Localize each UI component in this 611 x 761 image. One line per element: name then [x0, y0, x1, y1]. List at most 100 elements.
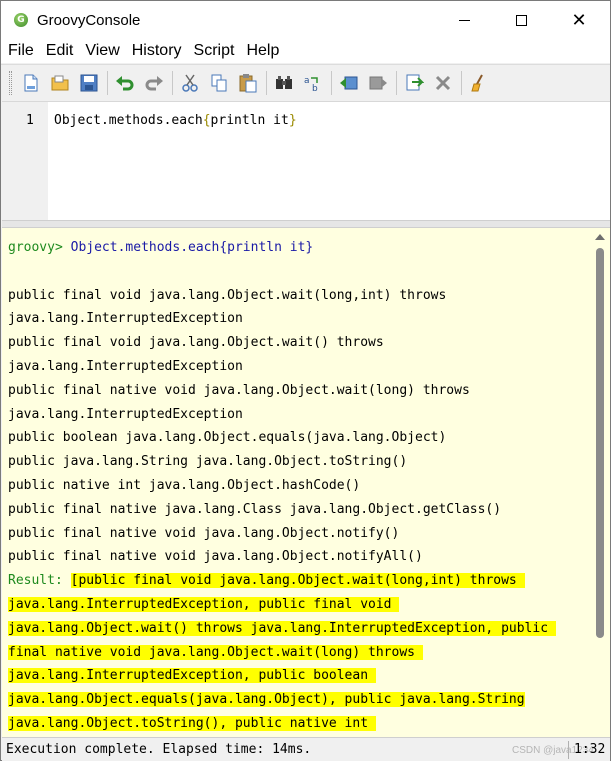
output-line: java.lang.InterruptedException [8, 358, 243, 374]
toolbar-separator [266, 70, 267, 95]
caret-position: 1:32 [574, 742, 606, 757]
result-line: java.lang.InterruptedException, public b… [8, 664, 593, 688]
toolbar-separator [107, 70, 108, 95]
toolbar-separator [461, 70, 462, 95]
paste-icon [239, 73, 257, 92]
undo-button[interactable] [112, 70, 138, 96]
interrupt-button[interactable] [430, 70, 456, 96]
cut-icon [182, 74, 198, 92]
script-editor[interactable]: 1 Object.methods.each{println it} [2, 101, 610, 221]
code-brace-close: } [288, 113, 297, 128]
groovy-console-window: G GroovyConsole ✕ File Edit View History… [0, 0, 611, 761]
split-pane-divider[interactable] [2, 220, 610, 228]
run-script-icon [406, 74, 424, 90]
history-previous-button[interactable] [336, 70, 362, 96]
output-pane[interactable]: groovy> Object.methods.each{println it} … [2, 228, 610, 737]
result-text: java.lang.InterruptedException, public f… [8, 596, 400, 612]
code-inner: println it [210, 113, 289, 128]
output-line: public final native void java.lang.Objec… [8, 549, 423, 565]
new-file-button[interactable] [18, 70, 44, 96]
minimize-button[interactable] [441, 1, 487, 39]
run-script-button[interactable] [401, 70, 427, 96]
title-bar: G GroovyConsole ✕ [1, 1, 610, 39]
clear-output-button[interactable] [466, 70, 492, 96]
command-echo-line: groovy> Object.methods.each{println it} [8, 236, 593, 260]
new-file-icon [24, 74, 38, 91]
output-line: public native int java.lang.Object.hashC… [8, 477, 361, 493]
toolbar-separator [396, 70, 397, 95]
history-next-button[interactable] [365, 70, 391, 96]
toolbar-separator [172, 70, 173, 95]
window-title: GroovyConsole [37, 12, 141, 29]
menu-bar: File Edit View History Script Help [1, 39, 610, 63]
interrupt-icon [435, 75, 451, 90]
toolbar-grip[interactable] [9, 70, 12, 95]
result-text: java.lang.InterruptedException, public b… [8, 668, 376, 684]
status-divider [568, 741, 569, 759]
menu-history[interactable]: History [126, 39, 188, 63]
status-message: Execution complete. Elapsed time: 14ms. [6, 742, 312, 757]
output-line: java.lang.InterruptedException [8, 311, 243, 327]
result-text: java.lang.Object.toString(), public nati… [8, 715, 376, 731]
groovy-app-icon: G [14, 13, 28, 27]
menu-script[interactable]: Script [188, 39, 241, 63]
result-label: Result: [8, 573, 71, 589]
paste-button[interactable] [235, 70, 261, 96]
line-number-gutter: 1 [2, 102, 48, 221]
output-line: public boolean java.lang.Object.equals(j… [8, 430, 447, 446]
svg-text:a: a [304, 76, 310, 86]
history-previous-icon [340, 76, 358, 89]
output-line: public final void java.lang.Object.wait(… [8, 335, 384, 351]
toolbar: ab [1, 64, 610, 100]
find-button[interactable] [271, 70, 297, 96]
close-icon: ✕ [571, 9, 587, 31]
output-line: public java.lang.String java.lang.Object… [8, 454, 408, 470]
svg-text:b: b [312, 84, 318, 93]
output-lines: groovy> Object.methods.each{println it} … [8, 236, 593, 736]
maximize-button[interactable] [498, 1, 544, 39]
result-line: Result: [public final void java.lang.Obj… [8, 569, 593, 593]
output-line: public final native void java.lang.Objec… [8, 382, 470, 398]
result-line: java.lang.Object.toString(), public nati… [8, 712, 593, 736]
result-text: final native void java.lang.Object.wait(… [8, 644, 423, 660]
replace-button[interactable]: ab [300, 70, 326, 96]
result-line: java.lang.Object.equals(java.lang.Object… [8, 688, 593, 712]
save-button[interactable] [76, 70, 102, 96]
output-line: public final void java.lang.Object.wait(… [8, 287, 447, 303]
cut-button[interactable] [177, 70, 203, 96]
result-text: java.lang.Object.wait() throws java.lang… [8, 620, 556, 636]
result-line: final native void java.lang.Object.wait(… [8, 641, 593, 665]
redo-icon [145, 75, 163, 90]
menu-file[interactable]: File [2, 39, 40, 63]
undo-icon [116, 75, 134, 90]
result-line: java.lang.Object.wait() throws java.lang… [8, 617, 593, 641]
replace-icon: ab [304, 76, 318, 93]
close-button[interactable]: ✕ [556, 1, 602, 39]
open-file-button[interactable] [47, 70, 73, 96]
find-icon [276, 75, 292, 89]
menu-help[interactable]: Help [240, 39, 285, 63]
clear-output-icon [471, 74, 483, 91]
menu-view[interactable]: View [79, 39, 125, 63]
result-line: java.lang.InterruptedException, public f… [8, 593, 593, 617]
menu-edit[interactable]: Edit [40, 39, 80, 63]
line-number: 1 [26, 113, 34, 128]
copy-button[interactable] [206, 70, 232, 96]
code-brace-open: { [202, 113, 211, 128]
code-text: Object.methods.each [54, 113, 203, 128]
status-bar: Execution complete. Elapsed time: 14ms. … [2, 737, 610, 761]
history-next-icon [369, 76, 387, 89]
copy-icon [211, 74, 227, 91]
output-line: public final native void java.lang.Objec… [8, 525, 400, 541]
result-text: [public final void java.lang.Object.wait… [70, 573, 525, 589]
maximize-icon [515, 14, 527, 26]
scroll-up-arrow-icon[interactable] [595, 234, 605, 240]
editor-code-line[interactable]: Object.methods.each{println it} [54, 113, 297, 128]
scrollbar-thumb[interactable] [596, 248, 604, 638]
redo-button[interactable] [141, 70, 167, 96]
open-folder-icon [51, 75, 69, 90]
toolbar-separator [331, 70, 332, 95]
output-line: java.lang.InterruptedException [8, 406, 243, 422]
minimize-icon [458, 19, 470, 21]
